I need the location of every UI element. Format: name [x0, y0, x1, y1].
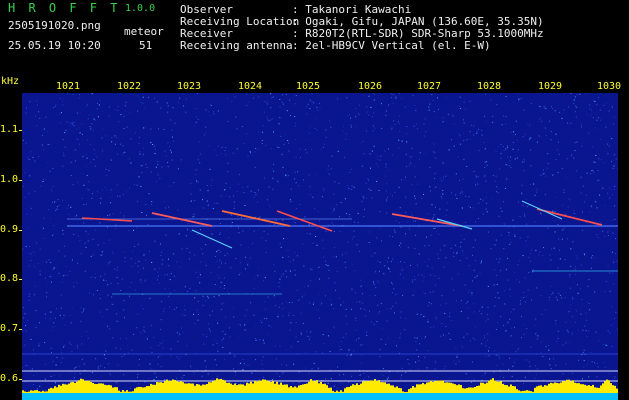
khz-label-0-7: 0.7 [0, 323, 19, 334]
khz-label-0-9: 0.9 [0, 224, 19, 235]
antenna-label: Receiving antenna [180, 39, 293, 52]
minute-label-1030: 1030 [596, 81, 622, 92]
filename-label: 2505191020.png [8, 19, 101, 32]
meteor-echo [391, 213, 463, 227]
khz-label-1-0: 1.0 [0, 174, 19, 185]
meteor-echo [521, 200, 563, 220]
minute-label-1028: 1028 [476, 81, 502, 92]
minute-label-1023: 1023 [176, 81, 202, 92]
minute-label-1025: 1025 [295, 81, 321, 92]
meteor-count: 51 [139, 39, 153, 52]
antenna-value: : 2el-HB9CV Vertical (el. E-W) [292, 39, 491, 52]
meteor-echo [536, 208, 603, 226]
meteor-echoes [81, 200, 603, 249]
app-title: H R O F F T [8, 1, 121, 15]
header-panel: H R O F F T 1.0.0 2505191020.png meteor … [0, 0, 629, 75]
minute-label-1021: 1021 [55, 81, 81, 92]
waterfall-canvas [22, 93, 618, 400]
khz-label-1-1: 1.1 [0, 124, 19, 135]
noise-layer [22, 93, 618, 392]
khz-label-0-8: 0.8 [0, 273, 19, 284]
waterfall-spectrogram [22, 93, 618, 400]
baseline-band [22, 393, 618, 400]
minute-label-1029: 1029 [537, 81, 563, 92]
minute-label-1027: 1027 [416, 81, 442, 92]
signal-level-bars [22, 378, 618, 393]
datetime-label: 25.05.19 10:20 [8, 39, 101, 52]
khz-label-0-6: 0.6 [0, 373, 19, 384]
app-version: 1.0.0 [125, 3, 156, 14]
minute-label-1026: 1026 [357, 81, 383, 92]
minute-label-1022: 1022 [116, 81, 142, 92]
axis-unit-label: kHz [1, 76, 20, 87]
minute-label-1024: 1024 [237, 81, 263, 92]
meteor-echo [276, 210, 333, 232]
meteor-label: meteor [124, 25, 164, 38]
meteor-echo [191, 229, 233, 249]
